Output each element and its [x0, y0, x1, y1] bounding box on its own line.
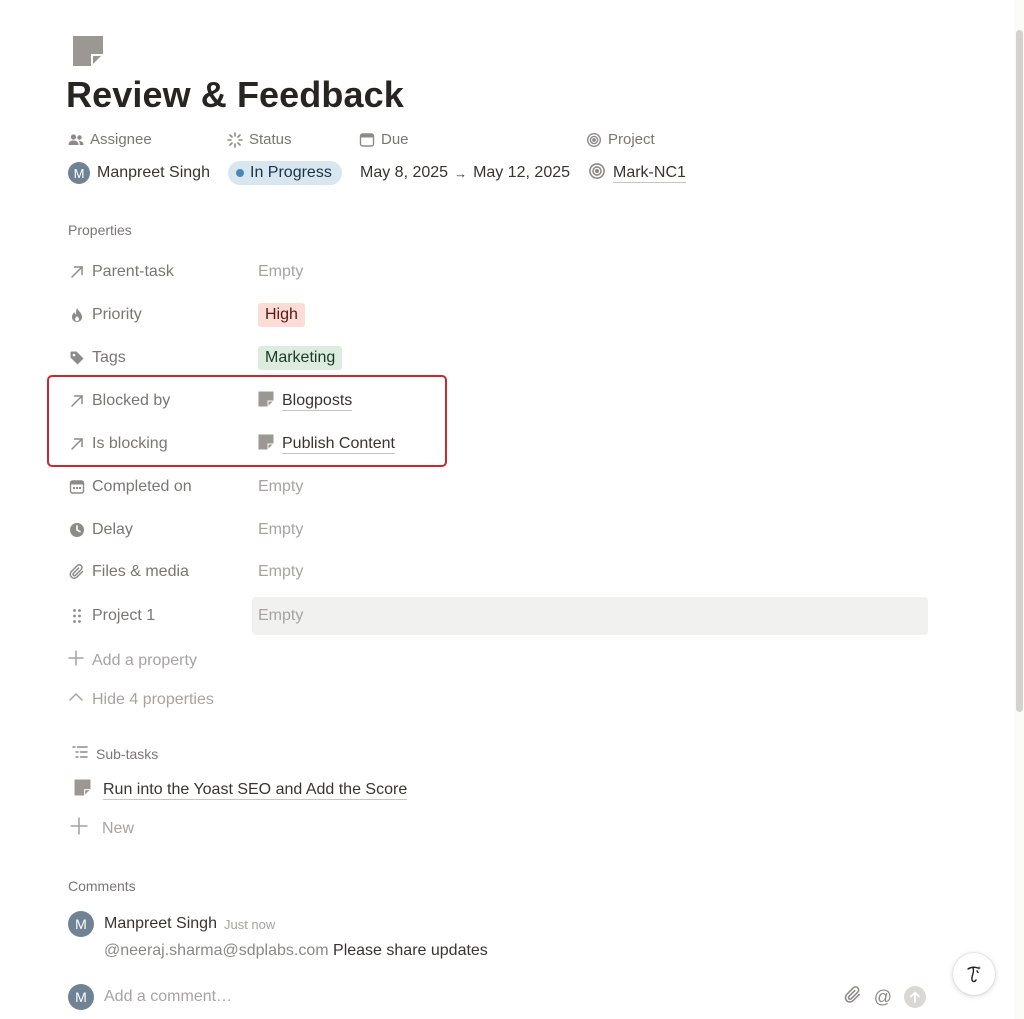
scrollbar-thumb[interactable] — [1016, 30, 1023, 712]
vertical-scrollbar[interactable] — [1014, 0, 1024, 1019]
project-label: Project — [586, 131, 655, 148]
property-value[interactable]: Empty — [252, 511, 928, 549]
calendar-icon — [68, 478, 86, 496]
property-value[interactable]: Empty — [252, 468, 928, 506]
ai-assistant-button[interactable] — [953, 953, 995, 995]
property-row-is-blocking[interactable]: Is blocking Publish Content — [66, 425, 928, 463]
add-property-button[interactable]: Add a property — [68, 650, 197, 671]
fire-icon — [68, 306, 86, 324]
comment-author: Manpreet Singh — [104, 915, 217, 932]
property-value[interactable]: Empty — [252, 553, 928, 591]
comment-timestamp: Just now — [223, 916, 276, 932]
property-name[interactable]: Files & media — [66, 553, 252, 591]
page-doc-icon — [74, 779, 91, 801]
target-icon — [588, 162, 606, 185]
property-name[interactable]: Delay — [66, 511, 252, 549]
status-label: Status — [227, 131, 292, 148]
due-value[interactable]: May 8, 2025 → May 12, 2025 — [360, 159, 570, 187]
paperclip-icon — [68, 563, 86, 581]
subtasks-header: Sub-tasks — [72, 744, 158, 763]
page-title[interactable]: Review & Feedback — [66, 74, 404, 116]
at-mention-icon[interactable]: @ — [874, 988, 892, 1006]
status-value[interactable]: In Progress — [228, 159, 342, 187]
property-row-project-1[interactable]: Project 1 Empty — [66, 597, 928, 635]
tag-icon — [68, 349, 86, 367]
calendar-icon — [359, 132, 375, 148]
loading-sunburst-icon — [227, 131, 243, 148]
chevron-up-icon — [68, 689, 84, 710]
plus-icon — [70, 817, 88, 840]
property-name[interactable]: Parent-task — [66, 253, 252, 291]
assignee-value[interactable]: M Manpreet Singh — [68, 159, 210, 187]
arrow-up-right-icon — [68, 435, 86, 453]
due-label: Due — [359, 131, 409, 148]
hide-properties-button[interactable]: Hide 4 properties — [68, 689, 214, 710]
clock-icon — [68, 521, 86, 539]
arrow-up-right-icon — [68, 392, 86, 410]
people-icon — [68, 132, 84, 148]
avatar: M — [68, 911, 94, 937]
page-doc-icon — [258, 391, 274, 412]
avatar: M — [68, 162, 90, 184]
project-value[interactable]: Mark-NC1 — [588, 159, 686, 187]
property-row-files-media[interactable]: Files & media Empty — [66, 553, 928, 591]
add-comment-bar: M @ — [68, 984, 928, 1010]
comment-input[interactable] — [104, 988, 704, 1006]
subtask-item[interactable]: Run into the Yoast SEO and Add the Score — [74, 779, 408, 801]
property-name[interactable]: Is blocking — [66, 425, 252, 463]
list-icon — [72, 744, 88, 763]
assignee-label: Assignee — [68, 131, 152, 148]
property-value[interactable]: Blogposts — [252, 382, 928, 420]
user-mention[interactable]: @neeraj.sharma@sdplabs.com — [104, 942, 329, 959]
project-link[interactable]: Mark-NC1 — [613, 163, 686, 183]
property-row-tags[interactable]: Tags Marketing — [66, 339, 928, 377]
page-doc-icon — [258, 434, 274, 455]
property-row-delay[interactable]: Delay Empty — [66, 511, 928, 549]
property-row-priority[interactable]: Priority High — [66, 296, 928, 334]
plus-icon — [68, 650, 84, 671]
relation-link-blogposts[interactable]: Blogposts — [258, 391, 353, 412]
arrow-up-right-icon — [68, 263, 86, 281]
properties-section-label: Properties — [68, 222, 132, 238]
paperclip-icon[interactable] — [844, 985, 862, 1009]
page-doc-icon[interactable] — [72, 35, 104, 67]
comment-body: @neeraj.sharma@sdplabs.com Please share … — [104, 942, 488, 959]
comment-item[interactable]: M Manpreet Singh Just now @neeraj.sharma… — [68, 911, 928, 960]
target-icon — [586, 132, 602, 148]
property-value[interactable]: Empty — [252, 597, 928, 635]
priority-tag[interactable]: High — [258, 303, 305, 327]
property-name[interactable]: Blocked by — [66, 382, 252, 420]
property-value[interactable]: Empty — [252, 253, 928, 291]
property-row-parent-task[interactable]: Parent-task Empty — [66, 253, 928, 291]
property-value[interactable]: Marketing — [252, 339, 928, 377]
new-subtask-button[interactable]: New — [70, 817, 134, 840]
property-name[interactable]: Tags — [66, 339, 252, 377]
ai-face-icon — [967, 966, 981, 983]
arrow-right-icon: → — [454, 165, 468, 181]
avatar: M — [68, 984, 94, 1010]
property-name[interactable]: Priority — [66, 296, 252, 334]
status-dot-icon — [236, 169, 244, 177]
send-button[interactable] — [904, 986, 926, 1008]
marketing-tag[interactable]: Marketing — [258, 346, 343, 370]
status-badge[interactable]: In Progress — [228, 161, 342, 185]
property-row-completed-on[interactable]: Completed on Empty — [66, 468, 928, 506]
property-name[interactable]: Project 1 — [66, 597, 252, 635]
drag-handle-icon[interactable] — [68, 607, 86, 625]
property-row-blocked-by[interactable]: Blocked by Blogposts — [66, 382, 928, 420]
property-value[interactable]: Publish Content — [252, 425, 928, 463]
relation-link-publish-content[interactable]: Publish Content — [258, 434, 395, 455]
comments-section-label: Comments — [68, 878, 136, 894]
property-value[interactable]: High — [252, 296, 928, 334]
property-name[interactable]: Completed on — [66, 468, 252, 506]
